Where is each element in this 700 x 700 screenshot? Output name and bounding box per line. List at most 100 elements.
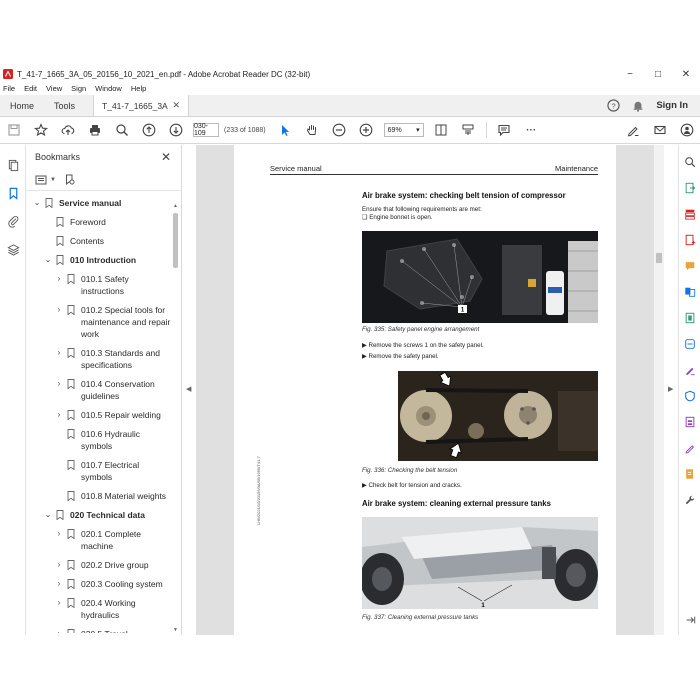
page-layout-button[interactable] [428, 117, 455, 144]
bookmark-item[interactable]: › 020.3 Cooling system [26, 578, 172, 590]
bookmark-item[interactable]: › 010.5 Repair welding [26, 409, 172, 421]
bookmark-item[interactable]: › 010.2 Special tools for maintenance and… [26, 304, 172, 340]
bookmark-item[interactable]: 010.7 Electrical symbols [26, 459, 172, 483]
collapse-right-panel-icon[interactable]: ▶ [668, 385, 673, 393]
previous-page-button[interactable] [135, 117, 162, 144]
collapse-left-panel-icon[interactable]: ◀ [186, 385, 191, 393]
chevron-right-icon[interactable]: › [54, 273, 64, 285]
bookmark-item[interactable]: › 010.4 Conservation guidelines [26, 378, 172, 402]
bookmarks-scrollbar[interactable]: ▲ ▼ [172, 203, 179, 633]
bookmark-item[interactable]: › 020.5 Travel [26, 628, 172, 633]
expand-tools-button[interactable] [679, 607, 700, 633]
chevron-right-icon[interactable]: › [54, 578, 64, 590]
more-tools-button[interactable]: ··· [518, 117, 545, 144]
menu-file[interactable]: File [3, 84, 15, 93]
email-button[interactable] [646, 117, 673, 144]
minimize-button[interactable]: − [616, 66, 644, 82]
scroll-mode-button[interactable] [455, 117, 482, 144]
create-pdf-button[interactable] [679, 227, 700, 253]
options-list-icon[interactable] [35, 174, 47, 186]
chevron-right-icon[interactable]: › [54, 559, 64, 571]
share-button[interactable] [673, 117, 700, 144]
bookmark-item[interactable]: › 010.1 Safety instructions [26, 273, 172, 297]
menu-view[interactable]: View [46, 84, 62, 93]
chevron-down-icon[interactable]: ⌄ [43, 254, 53, 266]
bookmark-item[interactable]: ⌄ Service manual [26, 197, 172, 209]
layers-button[interactable] [0, 235, 26, 263]
bookmark-item[interactable]: › 020.4 Working hydraulics [26, 597, 172, 621]
chevron-down-icon[interactable]: ⌄ [43, 509, 53, 521]
chevron-right-icon[interactable]: › [54, 409, 64, 421]
zoom-out-button[interactable] [326, 117, 353, 144]
chevron-right-icon[interactable]: › [54, 628, 64, 633]
organize-pages-button[interactable] [679, 201, 700, 227]
more-tools-rail-button[interactable] [679, 487, 700, 513]
chevron-right-icon[interactable]: › [54, 378, 64, 390]
request-signature-button[interactable] [679, 435, 700, 461]
bookmarks-panel-button[interactable] [0, 179, 26, 207]
find-bookmark-icon[interactable] [64, 174, 76, 186]
export-pdf-button[interactable] [679, 175, 700, 201]
combine-files-button[interactable] [679, 279, 700, 305]
chevron-down-icon[interactable]: ⌄ [32, 197, 42, 209]
menu-help[interactable]: Help [131, 84, 146, 93]
tab-close-button[interactable]: ✕ [172, 100, 180, 111]
save-button[interactable] [0, 117, 27, 144]
chevron-right-icon[interactable]: › [54, 528, 64, 540]
comment-bubble-icon [685, 262, 695, 271]
zoom-in-button[interactable] [353, 117, 380, 144]
chevron-right-icon[interactable]: › [54, 597, 64, 609]
chevron-right-icon[interactable]: › [54, 347, 64, 359]
bookmark-item[interactable]: ⌄ 010 Introduction [26, 254, 172, 266]
upload-button[interactable] [54, 117, 81, 144]
bookmark-item[interactable]: 010.6 Hydraulic symbols [26, 428, 172, 452]
sign-button[interactable] [619, 117, 646, 144]
zoom-level-select[interactable]: 69% ▾ [383, 123, 424, 137]
bookmark-item[interactable]: Foreword [26, 216, 172, 228]
document-scroll-thumb[interactable] [656, 253, 662, 263]
comment-tool-button[interactable] [679, 253, 700, 279]
document-scrollbar[interactable] [654, 145, 664, 635]
bookmark-item[interactable]: ⌄ 020 Technical data [26, 509, 172, 521]
tab-document[interactable]: T_41-7_1665_3A_0... ✕ [93, 95, 190, 116]
menu-sign[interactable]: Sign [71, 84, 86, 93]
protect-button[interactable] [679, 383, 700, 409]
bookmarks-scroll-thumb[interactable] [173, 213, 178, 268]
scroll-down-arrow-icon[interactable]: ▼ [172, 627, 179, 633]
hand-tool-button[interactable] [299, 117, 326, 144]
sign-in-button[interactable]: Sign In [656, 100, 688, 111]
scroll-up-arrow-icon[interactable]: ▲ [172, 203, 179, 209]
compress-pdf-button[interactable] [679, 305, 700, 331]
page-number-input[interactable]: 030-109 [193, 123, 219, 137]
maximize-button[interactable]: □ [644, 66, 672, 82]
select-tool-button[interactable] [272, 117, 299, 144]
close-window-button[interactable]: ✕ [672, 66, 700, 82]
search-tool-button[interactable] [679, 149, 700, 175]
next-page-button[interactable] [162, 117, 189, 144]
send-for-review-button[interactable] [679, 461, 700, 487]
prepare-form-button[interactable] [679, 409, 700, 435]
document-view[interactable]: Service manual Maintenance Air brake sys… [196, 145, 654, 635]
scan-ocr-button[interactable] [679, 331, 700, 357]
bookmark-star-button[interactable] [27, 117, 54, 144]
find-button[interactable] [108, 117, 135, 144]
menu-edit[interactable]: Edit [24, 84, 37, 93]
bookmark-item[interactable]: › 020.2 Drive group [26, 559, 172, 571]
fill-sign-button[interactable] [679, 357, 700, 383]
chevron-right-icon[interactable]: › [54, 304, 64, 316]
print-button[interactable] [81, 117, 108, 144]
bookmark-item[interactable]: › 010.3 Standards and specifications [26, 347, 172, 371]
tab-home[interactable]: Home [0, 95, 44, 116]
page-thumbnails-button[interactable] [0, 151, 26, 179]
bookmark-item[interactable]: › 020.1 Complete machine [26, 528, 172, 552]
comment-button[interactable] [491, 117, 518, 144]
bookmarks-close-button[interactable]: ✕ [161, 150, 171, 164]
tab-tools[interactable]: Tools [44, 95, 85, 116]
attachments-button[interactable] [0, 207, 26, 235]
chevron-down-icon[interactable]: ▼ [50, 177, 56, 183]
bookmark-item[interactable]: Contents [26, 235, 172, 247]
bell-icon[interactable] [632, 100, 644, 112]
menu-window[interactable]: Window [95, 84, 122, 93]
help-icon[interactable]: ? [607, 99, 620, 112]
bookmark-item[interactable]: 010.8 Material weights [26, 490, 172, 502]
